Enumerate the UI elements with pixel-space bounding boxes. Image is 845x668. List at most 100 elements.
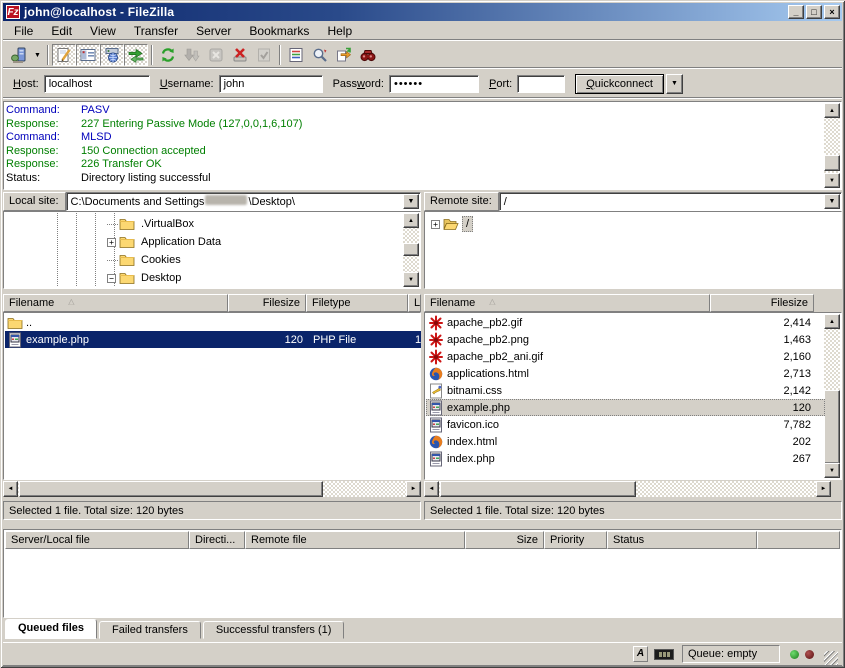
quickconnect-dropdown[interactable]: ▼ (666, 74, 683, 94)
queue-column-remotefile[interactable]: Remote file (245, 531, 465, 549)
file-row-example-php[interactable]: example.php120 (426, 399, 825, 416)
column-header-l[interactable]: L (408, 294, 421, 312)
scroll-up-icon[interactable]: ▲ (403, 213, 419, 228)
queue-column-priority[interactable]: Priority (544, 531, 607, 549)
log-message: 227 Entering Passive Mode (127,0,0,1,6,1… (81, 118, 302, 132)
quickconnect-button[interactable]: Quickconnect (575, 74, 664, 94)
menu-transfer[interactable]: Transfer (125, 21, 187, 41)
menu-file[interactable]: File (5, 21, 42, 41)
scroll-down-icon[interactable]: ▼ (403, 272, 419, 287)
toggle-message-log-button[interactable] (52, 44, 76, 66)
column-header-filesize[interactable]: Filesize (228, 294, 306, 312)
column-header-filename[interactable]: Filename△ (3, 294, 228, 312)
minimize-button[interactable]: _ (788, 5, 804, 19)
tree-item--virtualbox[interactable]: .VirtualBox (107, 215, 197, 233)
scroll-right-icon[interactable]: ► (816, 481, 831, 497)
tab-failed-transfers[interactable]: Failed transfers (99, 621, 201, 639)
column-header-filesize[interactable]: Filesize (710, 294, 814, 312)
scroll-up-icon[interactable]: ▲ (824, 103, 840, 118)
filename-text: .. (26, 317, 32, 329)
refresh-button[interactable] (156, 44, 180, 66)
tree-item-cookies[interactable]: Cookies (107, 251, 184, 269)
log-scroll-thumb[interactable] (824, 155, 840, 171)
tree-item-label[interactable]: Desktop (138, 271, 184, 285)
scroll-up-icon[interactable]: ▲ (824, 314, 840, 329)
queue-column-status[interactable]: Status (607, 531, 757, 549)
collapse-icon[interactable]: − (107, 274, 116, 283)
synchronized-browsing-button[interactable] (332, 44, 356, 66)
close-button[interactable]: × (824, 5, 840, 19)
port-input[interactable] (517, 75, 565, 93)
tree-scroll-thumb[interactable] (403, 243, 419, 256)
combo-dropdown-icon[interactable]: ▼ (824, 194, 840, 209)
file-row-index-php[interactable]: index.php267 (426, 450, 825, 467)
menu-view[interactable]: View (81, 21, 125, 41)
expand-icon[interactable]: + (431, 220, 440, 229)
menu-help[interactable]: Help (318, 21, 361, 41)
file-row-apache-pb2-png[interactable]: apache_pb2.png1,463 (426, 331, 825, 348)
tab-successful-transfers--1-[interactable]: Successful transfers (1) (203, 621, 345, 639)
tree-item-desktop[interactable]: − Desktop (107, 269, 184, 287)
list-scroll-thumb[interactable] (824, 390, 840, 464)
tree-item-label[interactable]: Cookies (138, 253, 184, 267)
hscroll-thumb[interactable] (19, 481, 323, 497)
send-led-icon (805, 650, 814, 659)
file-row-index-html[interactable]: index.html202 (426, 433, 825, 450)
site-manager-button[interactable] (7, 44, 31, 66)
file-row---[interactable]: .. (5, 314, 421, 331)
file-row-apache-pb2-gif[interactable]: apache_pb2.gif2,414 (426, 314, 825, 331)
remote-list-hscrollbar[interactable]: ◄ ► (424, 481, 831, 497)
log-type-label: Response: (6, 145, 81, 159)
column-header-filename[interactable]: Filename△ (424, 294, 710, 312)
directory-filters-button[interactable] (284, 44, 308, 66)
maximize-button[interactable]: □ (806, 5, 822, 19)
file-row-example-php[interactable]: example.php120PHP File1 (5, 331, 421, 348)
tree-item--[interactable]: +/ (431, 215, 473, 233)
file-row-applications-html[interactable]: applications.html2,713 (426, 365, 825, 382)
local-list-hscrollbar[interactable]: ◄ ► (3, 481, 421, 497)
directory-comparison-button[interactable] (308, 44, 332, 66)
resize-grip[interactable] (824, 651, 838, 665)
toggle-transfer-queue-button[interactable] (124, 44, 148, 66)
remote-site-combo[interactable]: / ▼ (499, 192, 842, 211)
site-manager-dropdown[interactable]: ▼ (31, 44, 44, 66)
hscroll-thumb[interactable] (440, 481, 636, 497)
titlebar[interactable]: Fz john@localhost - FileZilla _ □ × (3, 3, 842, 21)
tree-connector (107, 224, 119, 225)
file-row-apache-pb2-ani-gif[interactable]: apache_pb2_ani.gif2,160 (426, 348, 825, 365)
queue-column-directi[interactable]: Directi... (189, 531, 245, 549)
column-header-filetype[interactable]: Filetype (306, 294, 408, 312)
tree-guide-line (57, 213, 58, 287)
tree-item-label[interactable]: .VirtualBox (138, 217, 197, 231)
disconnect-button[interactable] (228, 44, 252, 66)
find-files-button[interactable] (356, 44, 380, 66)
remote-list-scrollbar[interactable]: ▲ ▼ (824, 314, 840, 478)
scroll-left-icon[interactable]: ◄ (424, 481, 439, 497)
tree-item-label[interactable]: Application Data (138, 235, 224, 249)
menu-bookmarks[interactable]: Bookmarks (240, 21, 318, 41)
host-input[interactable]: localhost (44, 75, 150, 93)
toggle-local-tree-button[interactable] (76, 44, 100, 66)
local-tree-scrollbar[interactable]: ▲ ▼ (403, 213, 419, 287)
local-site-combo[interactable]: C:\Documents and Settings\Desktop\ ▼ (66, 192, 421, 211)
tree-item-application-data[interactable]: + Application Data (107, 233, 224, 251)
queue-column-size[interactable]: Size (465, 531, 544, 549)
password-input[interactable]: •••••• (389, 75, 479, 93)
log-scrollbar[interactable]: ▲ ▼ (824, 103, 840, 188)
tree-item-label[interactable]: / (462, 216, 473, 232)
scroll-down-icon[interactable]: ▼ (824, 463, 840, 478)
scroll-down-icon[interactable]: ▼ (824, 173, 840, 188)
scroll-right-icon[interactable]: ► (406, 481, 421, 497)
queue-column-serverlocalfile[interactable]: Server/Local file (5, 531, 189, 549)
expand-icon[interactable]: + (107, 238, 116, 247)
tab-queued-files[interactable]: Queued files (5, 619, 97, 639)
username-input[interactable]: john (219, 75, 323, 93)
disconnect-icon (232, 47, 248, 63)
file-row-bitnami-css[interactable]: bitnami.css2,142 (426, 382, 825, 399)
menu-server[interactable]: Server (187, 21, 240, 41)
combo-dropdown-icon[interactable]: ▼ (403, 194, 419, 209)
menu-edit[interactable]: Edit (42, 21, 81, 41)
file-row-favicon-ico[interactable]: favicon.ico7,782 (426, 416, 825, 433)
scroll-left-icon[interactable]: ◄ (3, 481, 18, 497)
toggle-remote-tree-button[interactable] (100, 44, 124, 66)
